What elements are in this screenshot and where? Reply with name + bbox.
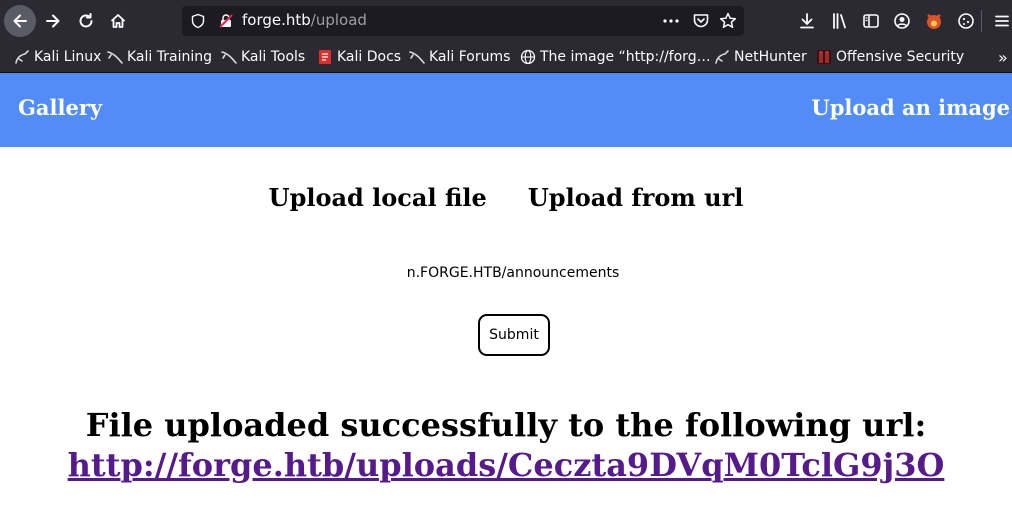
download-icon	[800, 13, 814, 29]
bookmark-label: Kali Training	[127, 49, 212, 65]
kali-dragon-icon	[107, 51, 123, 64]
menu-button[interactable]	[992, 11, 1012, 31]
bookmark-offensive-security[interactable]: Offensive Security	[816, 48, 964, 66]
bookmarks-overflow-button[interactable]: »	[998, 47, 1008, 67]
bookmark-star-icon[interactable]	[719, 12, 737, 30]
browser-toolbar: forge.htb/upload	[0, 0, 1012, 42]
site-navbar: Gallery Upload an image	[0, 73, 1012, 147]
url-host: forge.htb	[242, 11, 311, 29]
forward-button[interactable]	[37, 5, 69, 37]
fox-icon	[927, 14, 941, 29]
bookmark-kali-forums[interactable]: Kali Forums	[409, 48, 510, 66]
url-input[interactable]	[398, 261, 628, 285]
bookmark-label: Kali Forums	[429, 49, 511, 65]
kali-dragon-icon	[715, 50, 729, 64]
hamburger-menu-icon	[995, 15, 1009, 27]
sidebar-icon	[863, 14, 879, 28]
insecure-lock-icon[interactable]	[218, 13, 234, 29]
forward-arrow-icon	[46, 14, 60, 28]
account-button[interactable]	[892, 11, 912, 31]
toolbar-divider	[981, 10, 982, 32]
library-button[interactable]	[830, 11, 850, 31]
upload-page: Upload local file Upload from url Submit…	[0, 147, 1012, 514]
bookmark-label: The image “http://forg…	[540, 49, 711, 65]
bookmark-kali-tools[interactable]: Kali Tools	[221, 48, 305, 66]
page-actions-icon[interactable]	[662, 13, 680, 29]
reload-icon	[79, 13, 93, 28]
gallery-link[interactable]: Gallery	[18, 95, 102, 120]
globe-icon	[520, 49, 536, 65]
submit-button[interactable]: Submit	[478, 314, 550, 356]
kali-dragon-icon	[409, 51, 425, 64]
uploaded-file-link[interactable]: http://forge.htb/uploads/Ceczta9DVqM0Tcl…	[68, 446, 945, 484]
bookmark-nethunter[interactable]: NetHunter	[714, 48, 807, 66]
home-icon	[110, 14, 126, 28]
account-icon	[894, 13, 910, 29]
back-button[interactable]	[4, 5, 36, 37]
bookmark-image[interactable]: The image “http://forg…	[520, 48, 711, 66]
bookmark-label: Offensive Security	[836, 49, 965, 65]
cookie-icon	[958, 13, 974, 29]
upload-image-link[interactable]: Upload an image	[811, 95, 1010, 120]
back-arrow-icon	[13, 14, 27, 28]
address-bar[interactable]: forge.htb/upload	[182, 6, 744, 36]
bookmark-label: Kali Linux	[34, 49, 102, 65]
bookmark-kali-training[interactable]: Kali Training	[107, 48, 212, 66]
kali-docs-icon	[319, 50, 331, 64]
bookmark-label: Kali Tools	[241, 49, 306, 65]
url-path: /upload	[310, 11, 367, 29]
foxyproxy-extension-button[interactable]	[924, 11, 944, 31]
home-button[interactable]	[102, 5, 134, 37]
bookmark-kali-linux[interactable]: Kali Linux	[14, 48, 101, 66]
shield-icon[interactable]	[190, 13, 206, 29]
kali-dragon-icon	[221, 51, 237, 64]
sidebar-button[interactable]	[861, 11, 881, 31]
uploaded-file-url: http://forge.htb/uploads/Ceczta9DVqM0Tcl…	[0, 445, 1012, 485]
overflow-chevron-icon: »	[998, 47, 1008, 67]
tab-upload-local-file[interactable]: Upload local file	[269, 183, 487, 212]
url-text[interactable]: forge.htb/upload	[242, 11, 367, 29]
upload-success-message: File uploaded successfully to the follow…	[85, 406, 927, 444]
library-icon	[833, 13, 846, 29]
pocket-icon[interactable]	[692, 12, 710, 30]
bookmark-label: Kali Docs	[337, 49, 402, 65]
cookie-extension-button[interactable]	[956, 11, 976, 31]
bookmark-kali-docs[interactable]: Kali Docs	[317, 48, 401, 66]
bookmarks-toolbar: Kali Linux Kali Training Kali Tools Kali…	[0, 42, 1012, 73]
offsec-icon	[817, 50, 831, 64]
upload-tabs: Upload local file Upload from url	[0, 183, 1012, 212]
bookmark-label: NetHunter	[734, 49, 807, 65]
kali-dragon-icon	[15, 50, 29, 64]
downloads-button[interactable]	[797, 11, 817, 31]
reload-button[interactable]	[70, 5, 102, 37]
tab-upload-from-url[interactable]: Upload from url	[528, 183, 743, 212]
